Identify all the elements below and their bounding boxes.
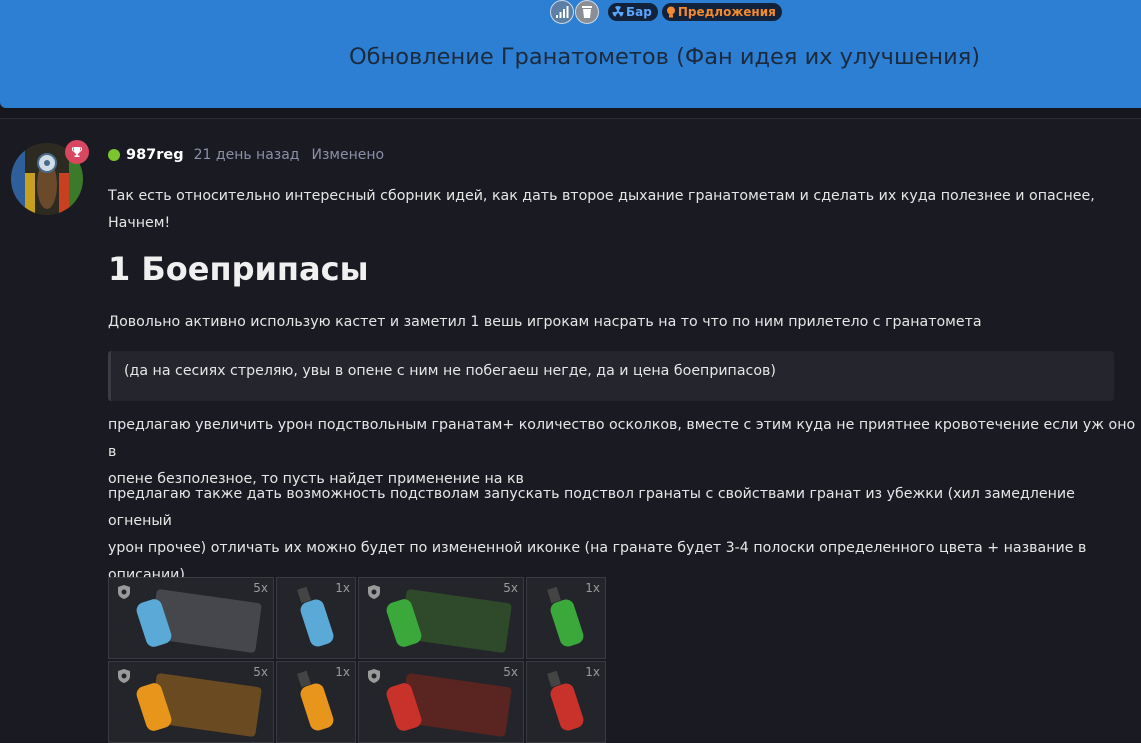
items-image[interactable]: 5x 1x 5x 1x 5x 1x 5x 1x <box>108 577 610 743</box>
tag-bar-label: Бар <box>626 5 652 19</box>
radiation-icon <box>612 6 624 17</box>
paragraph-1: Довольно активно использую кастет и заме… <box>108 314 982 330</box>
post-meta: 987reg 21 день назад Изменено <box>108 145 384 165</box>
item-tile-grenade-red: 1x <box>526 661 606 743</box>
item-tile-grenade-blue: 1x <box>276 577 356 659</box>
edited-label[interactable]: Изменено <box>312 147 385 163</box>
grenade-icon <box>297 586 334 647</box>
paragraph-3-line-1: предлагаю также дать возможность подство… <box>108 486 1075 529</box>
crate-grenade-icon <box>136 589 262 653</box>
crate-grenade-icon <box>386 589 512 653</box>
post-time[interactable]: 21 день назад <box>194 147 300 163</box>
item-tile-grenade-green: 1x <box>526 577 606 659</box>
item-tile-crate-red: 5x <box>358 661 524 743</box>
page-title: Обновление Гранатометов (Фан идея их улу… <box>348 44 981 70</box>
section-heading: 1 Боеприпасы <box>108 250 369 288</box>
signal-button[interactable] <box>550 0 574 24</box>
delete-button[interactable] <box>575 0 599 24</box>
grenade-icon <box>547 670 584 731</box>
trophy-icon <box>72 147 82 157</box>
tag-offers-label: Предложения <box>677 5 776 19</box>
tag-bar[interactable]: Бар <box>608 3 658 21</box>
header-badges: Бар Предложения <box>550 0 782 24</box>
item-tile-crate-orange: 5x <box>108 661 274 743</box>
tag-offers[interactable]: Предложения <box>661 3 782 21</box>
achievement-badge[interactable] <box>65 140 89 164</box>
signal-icon <box>556 6 569 18</box>
item-tile-grenade-orange: 1x <box>276 661 356 743</box>
blockquote: (да на сесиях стреляю, увы в опене с ним… <box>108 351 1114 401</box>
blockquote-text: (да на сесиях стреляю, увы в опене с ним… <box>124 363 776 379</box>
lightbulb-icon <box>666 6 675 18</box>
trash-icon <box>582 6 592 18</box>
paragraph-3: предлагаю также дать возможность подство… <box>108 481 1141 589</box>
grenade-icon <box>297 670 334 731</box>
post-intro: Так есть относительно интересный сборник… <box>108 188 1095 231</box>
crate-grenade-icon <box>386 673 512 737</box>
username-link[interactable]: 987reg <box>126 147 184 163</box>
topic-header: Бар Предложения Обновление Гранатометов … <box>0 0 1141 108</box>
grenade-icon <box>547 586 584 647</box>
item-tile-crate-green: 5x <box>358 577 524 659</box>
item-tile-crate-blue: 5x <box>108 577 274 659</box>
online-status-dot <box>108 149 120 161</box>
crate-grenade-icon <box>136 673 262 737</box>
paragraph-3-line-2: урон прочее) отличать их можно будет по … <box>108 540 1087 556</box>
paragraph-2-line-1: предлагаю увеличить урон подствольным гр… <box>108 417 1136 460</box>
